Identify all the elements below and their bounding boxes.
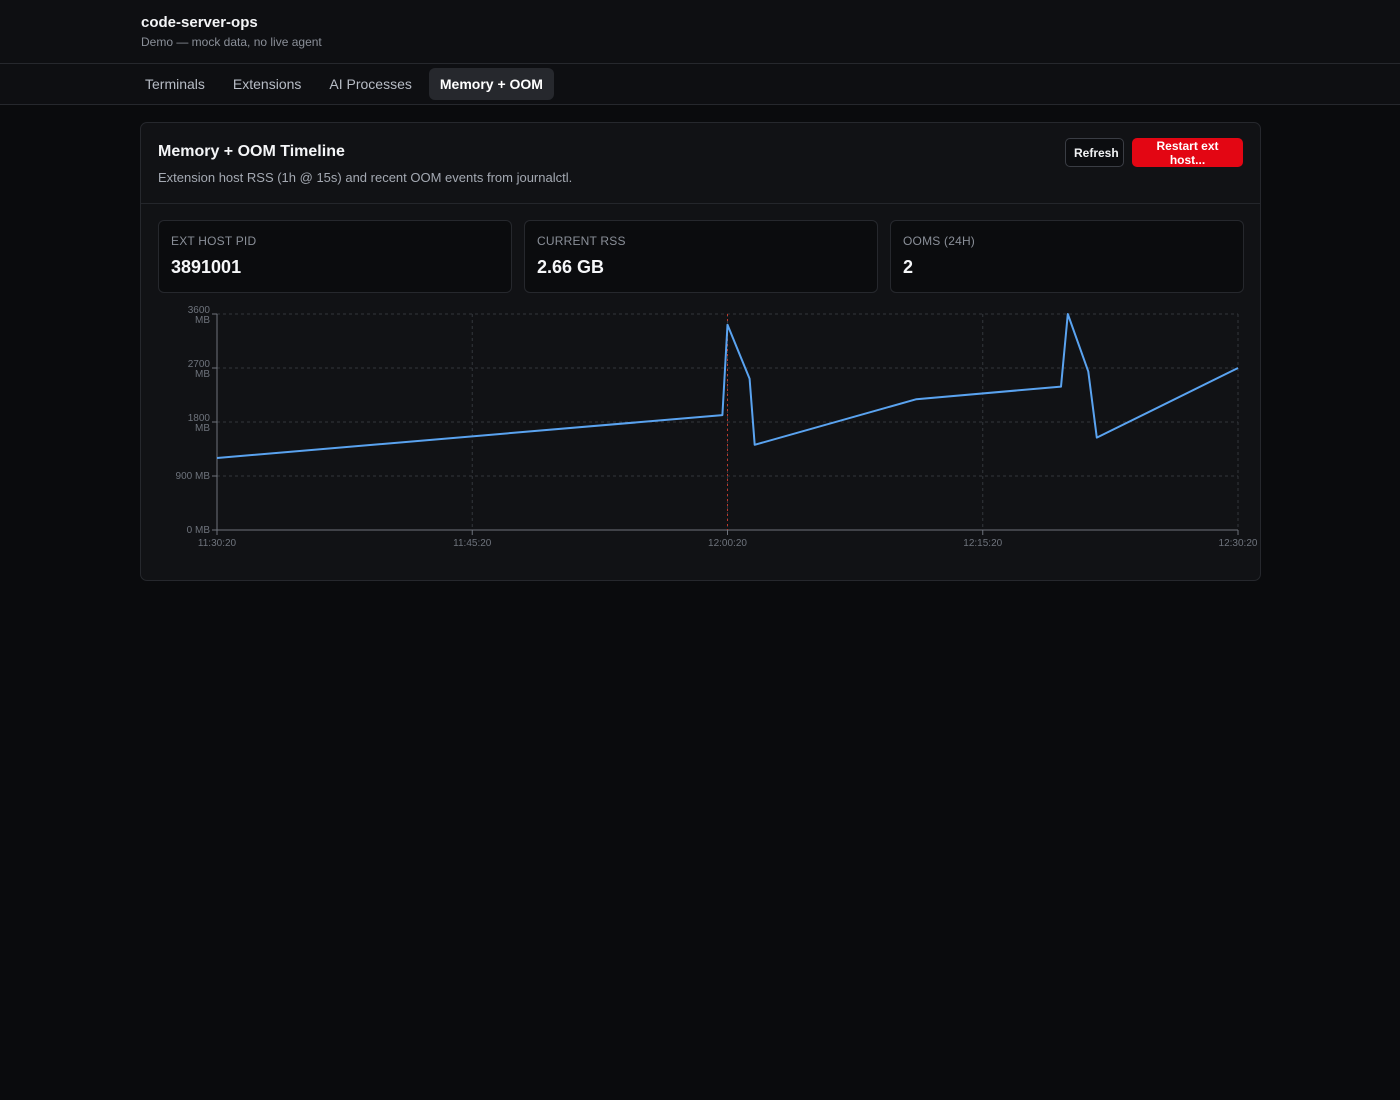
tab-bar: Terminals Extensions AI Processes Memory… <box>0 64 1400 105</box>
tab-ai-processes[interactable]: AI Processes <box>318 68 422 100</box>
y-tick-label-line: 0 MB <box>187 525 211 536</box>
y-tick-label-line: 900 MB <box>176 471 211 482</box>
y-tick-label-line: MB <box>195 369 210 380</box>
y-tick-label-line: MB <box>195 423 210 434</box>
rss-timeline-chart: 0 MB 900 MB 1800 MB 2700 MB 3600 MB 11:30:20 11:4… <box>176 305 1258 549</box>
app-title: code-server-ops <box>141 14 258 31</box>
y-tick-label: 1800 MB <box>188 413 211 434</box>
y-tick-label: 0 MB <box>187 525 211 536</box>
y-tick-label: 2700 MB <box>188 359 211 380</box>
y-tick-label: 3600 MB <box>188 305 211 326</box>
tab-memory-oom[interactable]: Memory + OOM <box>428 68 554 100</box>
x-tick-label: 12:15:20 <box>963 538 1002 549</box>
x-tick-label: 12:00:20 <box>708 538 747 549</box>
x-tick-label: 12:30:20 <box>1219 538 1258 549</box>
x-tick-label: 11:45:20 <box>453 538 492 549</box>
tab-terminals[interactable]: Terminals <box>134 68 216 100</box>
y-tick-label: 900 MB <box>176 471 211 482</box>
y-tick-label-line: MB <box>195 315 210 326</box>
memory-oom-panel: Memory + OOM Timeline Extension host RSS… <box>140 122 1261 581</box>
app-header: code-server-ops Demo — mock data, no liv… <box>0 0 1400 64</box>
tab-extensions[interactable]: Extensions <box>222 68 312 100</box>
x-tick-label: 11:30:20 <box>198 538 237 549</box>
app-subtitle: Demo — mock data, no live agent <box>141 35 322 49</box>
